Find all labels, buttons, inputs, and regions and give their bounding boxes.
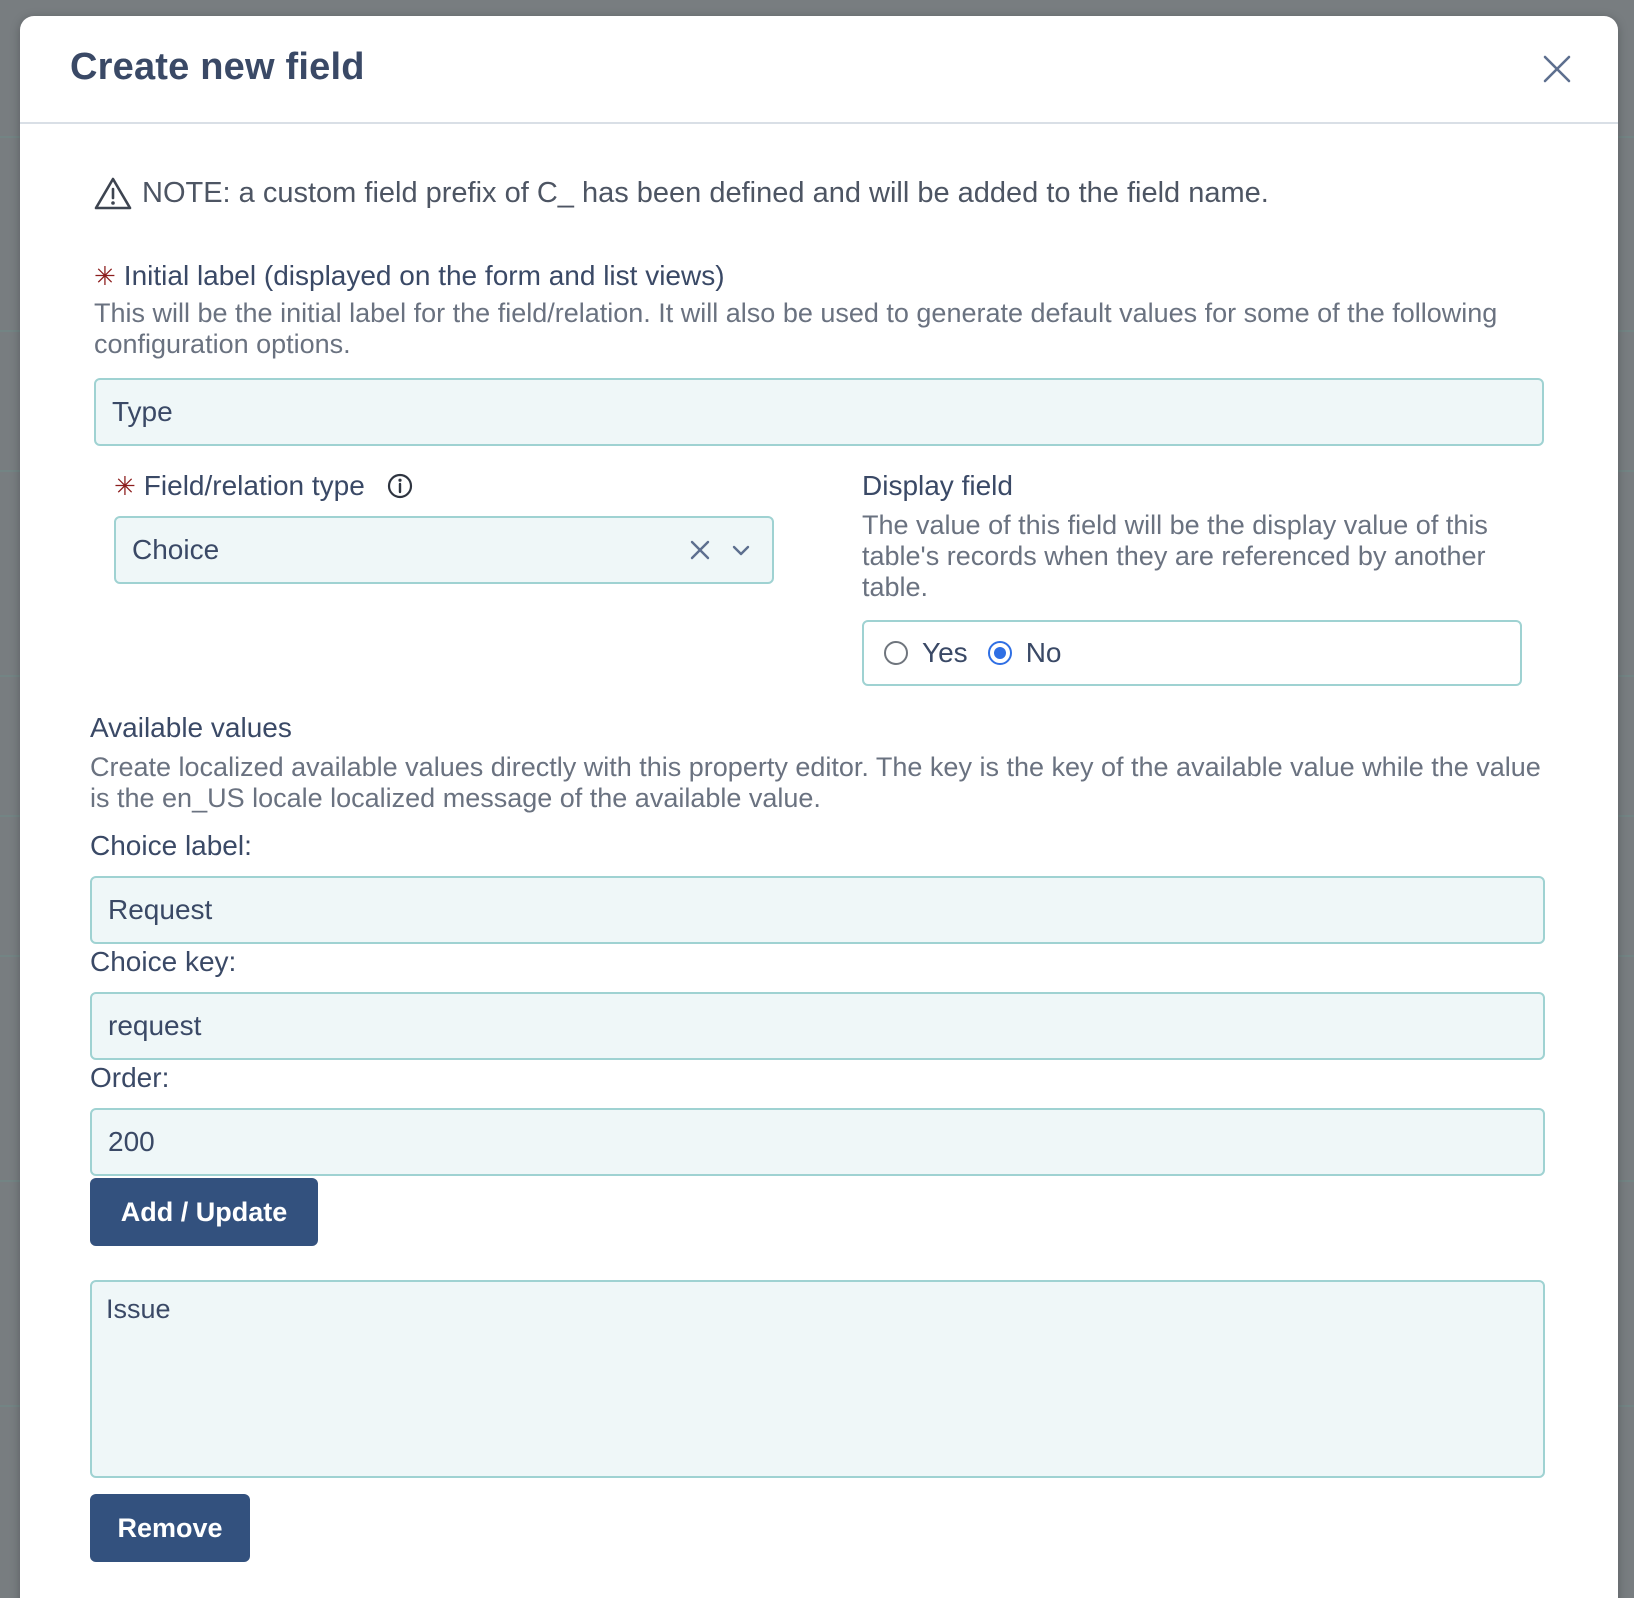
- required-asterisk-icon: ✳: [94, 260, 116, 291]
- remove-button[interactable]: Remove: [90, 1494, 250, 1562]
- field-type-label: Field/relation type: [143, 470, 365, 501]
- initial-label-input[interactable]: Type: [94, 378, 1544, 446]
- field-type-heading: ✳ Field/relation type: [114, 470, 413, 502]
- choice-key-input[interactable]: request: [90, 992, 1545, 1060]
- display-field-radio-group: Yes No: [862, 620, 1522, 686]
- dialog-title: Create new field: [70, 46, 365, 88]
- choice-label-input[interactable]: Request: [90, 876, 1545, 944]
- order-label: Order:: [90, 1062, 170, 1093]
- available-values-list[interactable]: Issue: [90, 1280, 1545, 1478]
- choice-label-heading: Choice label:: [90, 830, 252, 862]
- list-item[interactable]: Issue: [106, 1294, 1529, 1325]
- initial-label-text: Initial label (displayed on the form and…: [123, 260, 725, 291]
- chevron-down-icon[interactable]: [730, 539, 752, 561]
- initial-label-heading: ✳ Initial label (displayed on the form a…: [94, 260, 725, 292]
- display-field-heading: Display field: [862, 470, 1013, 502]
- available-values-heading: Available values: [90, 712, 292, 744]
- display-field-no-radio[interactable]: [987, 641, 1012, 665]
- order-heading: Order:: [90, 1062, 169, 1094]
- display-field-no-label[interactable]: No: [1026, 637, 1062, 669]
- dialog-header: Create new field: [20, 16, 1618, 124]
- display-field-yes-label[interactable]: Yes: [922, 637, 968, 669]
- create-field-dialog: Create new field NOTE: a custom field pr…: [20, 16, 1618, 1598]
- field-type-select[interactable]: Choice: [114, 516, 774, 584]
- note-text: NOTE: a custom field prefix of C_ has be…: [142, 176, 1269, 209]
- add-update-button[interactable]: Add / Update: [90, 1178, 318, 1246]
- display-field-label: Display field: [862, 470, 1013, 501]
- choice-key-label: Choice key:: [90, 946, 237, 977]
- close-icon[interactable]: [1540, 52, 1574, 86]
- warning-icon: [94, 177, 132, 210]
- order-input[interactable]: 200: [90, 1108, 1545, 1176]
- available-values-title: Available values: [90, 712, 292, 743]
- choice-key-heading: Choice key:: [90, 946, 236, 978]
- info-icon[interactable]: [387, 473, 413, 499]
- display-field-yes-radio[interactable]: [884, 641, 908, 665]
- initial-label-help: This will be the initial label for the f…: [94, 298, 1498, 359]
- required-asterisk-icon: ✳: [114, 470, 136, 501]
- prefix-note: NOTE: a custom field prefix of C_ has be…: [94, 176, 1269, 210]
- available-values-help: Create localized available values direct…: [90, 752, 1541, 813]
- choice-label-label: Choice label:: [90, 830, 252, 861]
- display-field-help: The value of this field will be the disp…: [862, 510, 1488, 602]
- field-type-value: Choice: [132, 534, 220, 565]
- clear-icon[interactable]: [688, 538, 712, 562]
